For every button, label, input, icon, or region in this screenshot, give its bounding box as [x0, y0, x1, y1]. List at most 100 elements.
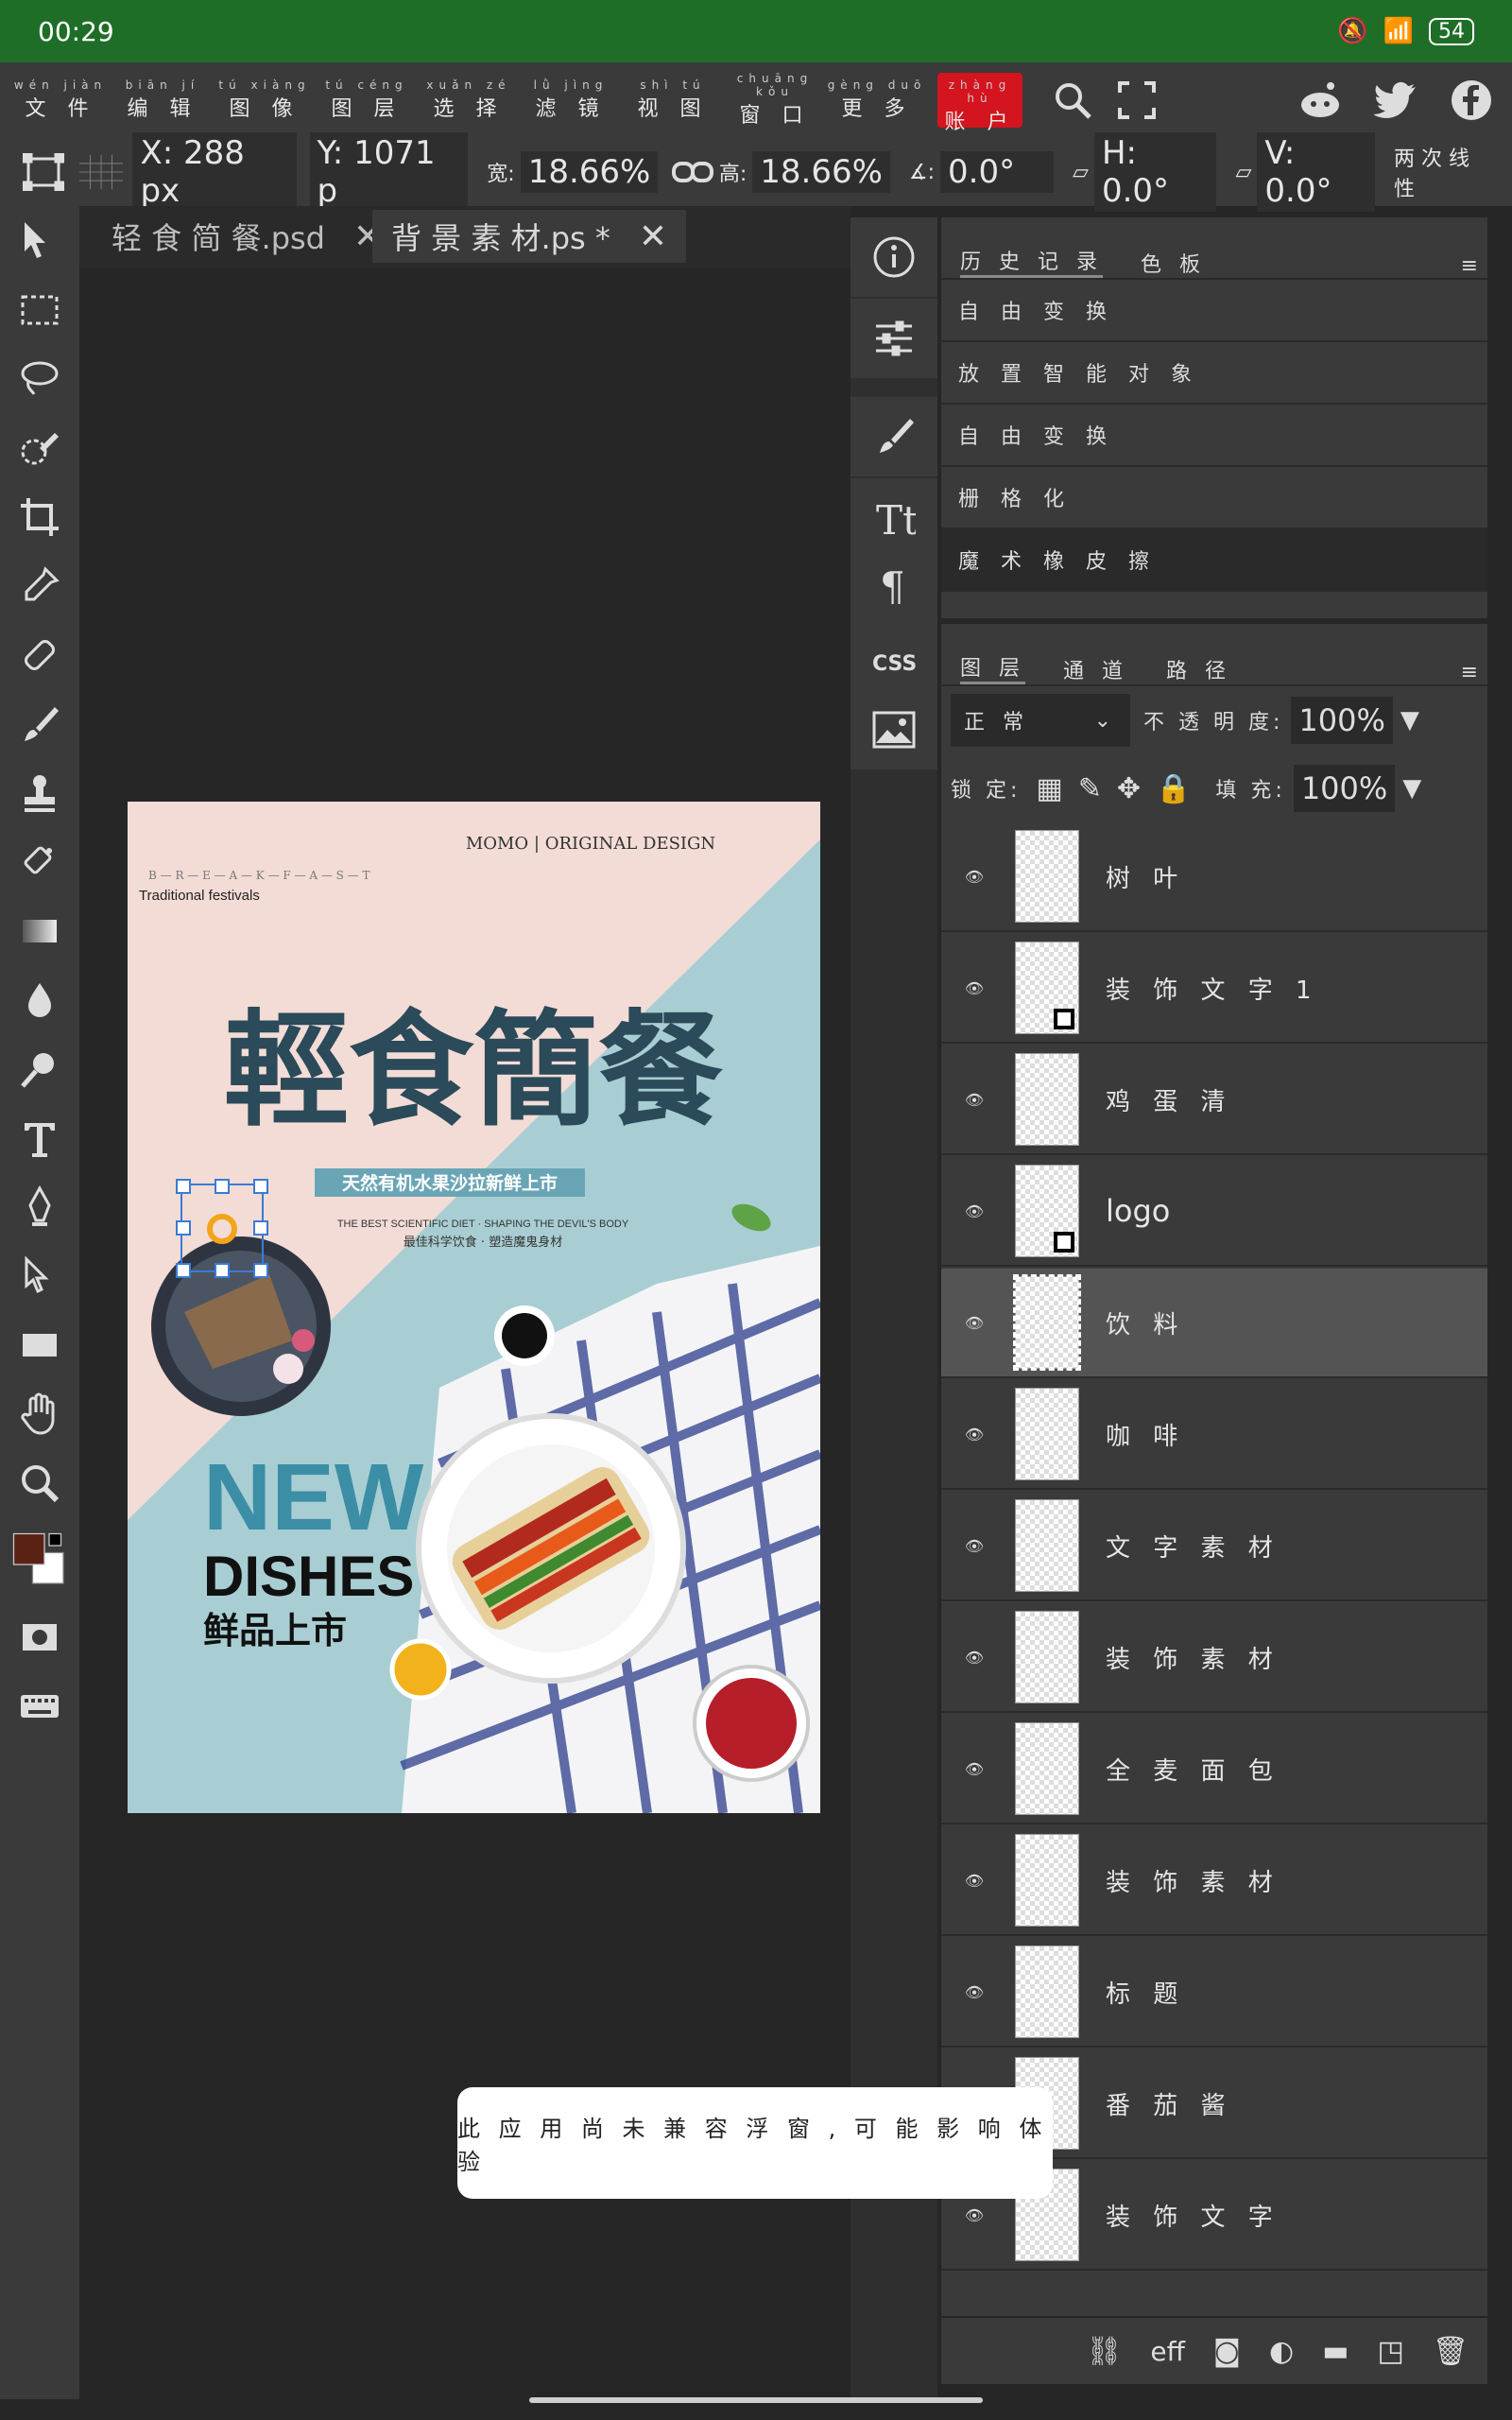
type-tool-icon[interactable] — [0, 1103, 79, 1172]
menu-filter[interactable]: lǜ jìng 滤 镜 — [520, 78, 622, 122]
fill-dropdown-icon[interactable]: ▼ — [1402, 774, 1421, 803]
lock-position-icon[interactable]: ✥ — [1117, 772, 1141, 805]
pen-tool-icon[interactable] — [0, 1172, 79, 1241]
layer-row[interactable]: 👁 装 饰 素 材 — [941, 1826, 1487, 1936]
adjustments-icon[interactable] — [850, 299, 937, 378]
y-field[interactable]: Y: 1071 p — [309, 132, 469, 212]
dodge-tool-icon[interactable] — [0, 1034, 79, 1103]
eye-icon[interactable]: 👁 — [941, 1426, 1007, 1443]
home-indicator[interactable] — [529, 2397, 983, 2403]
poster-canvas[interactable]: MOMO | ORIGINAL DESIGN B — R — E — A — K… — [128, 802, 820, 1813]
layer-row[interactable]: 👁 全 麦 面 包 — [941, 1715, 1487, 1824]
menu-file[interactable]: wén jiàn 文 件 — [9, 78, 112, 122]
blend-mode-select[interactable]: 正 常 ⌄ — [951, 694, 1130, 747]
reddit-icon[interactable] — [1298, 78, 1342, 122]
lock-all-icon[interactable]: 🔒 — [1156, 772, 1191, 805]
tab-swatches[interactable]: 色 板 — [1141, 248, 1206, 278]
fx-icon[interactable]: eff — [1150, 2336, 1185, 2367]
eye-icon[interactable]: 👁 — [941, 1537, 1007, 1555]
transform-icon[interactable] — [23, 150, 65, 194]
lock-transparency-icon[interactable]: ▦ — [1036, 772, 1062, 805]
zoom-tool-icon[interactable] — [0, 1448, 79, 1517]
interpolation-select[interactable]: 两 次 线 性 — [1388, 142, 1499, 202]
layer-row[interactable]: 👁 文 字 素 材 — [941, 1492, 1487, 1601]
stamp-tool-icon[interactable] — [0, 758, 79, 827]
menu-window[interactable]: chuāng kǒu 窗 口 — [724, 72, 826, 129]
eye-icon[interactable]: 👁 — [941, 1872, 1007, 1890]
menu-image[interactable]: tú xiàng 图 像 — [214, 78, 316, 122]
blur-tool-icon[interactable] — [0, 965, 79, 1034]
menu-select[interactable]: xuǎn zé 选 择 — [418, 78, 520, 122]
eye-icon[interactable]: 👁 — [941, 2206, 1007, 2224]
marquee-tool-icon[interactable] — [0, 275, 79, 344]
menu-more[interactable]: gèng duō 更 多 — [826, 78, 928, 122]
close-icon[interactable]: ✕ — [639, 217, 667, 256]
color-swatches[interactable] — [0, 1517, 79, 1602]
history-item[interactable]: 魔 术 橡 皮 擦 — [941, 529, 1487, 592]
move-tool-icon[interactable] — [0, 206, 79, 275]
tab-layers[interactable]: 图 层 — [960, 651, 1025, 684]
hskew-field[interactable]: ▱ H: 0.0° — [1067, 132, 1217, 212]
layer-row[interactable]: 👁 装 饰 文 字 1 — [941, 934, 1487, 1044]
gradient-tool-icon[interactable] — [0, 896, 79, 965]
layer-row[interactable]: 👁 logo — [941, 1157, 1487, 1267]
layer-row[interactable]: 👁 标 题 — [941, 1938, 1487, 2048]
eye-icon[interactable]: 👁 — [941, 1649, 1007, 1667]
adjustment-layer-icon[interactable]: ◐ — [1269, 2335, 1294, 2368]
eye-icon[interactable]: 👁 — [941, 1983, 1007, 2001]
hand-tool-icon[interactable] — [0, 1379, 79, 1448]
tab-paths[interactable]: 路 径 — [1166, 654, 1231, 684]
opacity-dropdown-icon[interactable]: ▼ — [1400, 706, 1419, 735]
layer-row[interactable]: 👁 装 饰 素 材 — [941, 1603, 1487, 1713]
height-field[interactable]: 高: 18.66% — [713, 151, 890, 193]
menu-layer[interactable]: tú céng 图 层 — [316, 78, 418, 122]
menu-edit[interactable]: biān jí 编 辑 — [112, 78, 214, 122]
account-button[interactable]: zhàng hù 账 户 — [937, 73, 1022, 134]
tab-channels[interactable]: 通 道 — [1063, 654, 1128, 684]
eyedropper-tool-icon[interactable] — [0, 551, 79, 620]
trash-icon[interactable]: 🗑 — [1433, 2335, 1469, 2368]
eye-icon[interactable]: 👁 — [941, 868, 1007, 886]
twitter-icon[interactable] — [1374, 78, 1418, 122]
layer-row[interactable]: 👁 饮 料 — [941, 1269, 1487, 1378]
quick-select-tool-icon[interactable] — [0, 413, 79, 482]
width-field[interactable]: 宽: 18.66% — [481, 151, 659, 193]
brush-tool-icon[interactable] — [0, 689, 79, 758]
layer-row[interactable]: 👁 鸡 蛋 清 — [941, 1046, 1487, 1155]
history-item[interactable]: 放 置 智 能 对 象 — [941, 342, 1487, 405]
image-icon[interactable] — [850, 690, 937, 769]
link-layers-icon[interactable]: ⛓ — [1086, 2335, 1122, 2368]
x-field[interactable]: X: 288 px — [132, 132, 297, 212]
path-select-tool-icon[interactable] — [0, 1241, 79, 1310]
eye-icon[interactable]: 👁 — [941, 1202, 1007, 1220]
tab-history[interactable]: 历 史 记 录 — [960, 245, 1103, 278]
layer-row[interactable]: 👁 咖 啡 — [941, 1380, 1487, 1490]
quick-mask-icon[interactable] — [0, 1602, 79, 1671]
search-icon[interactable] — [1051, 78, 1094, 122]
lasso-tool-icon[interactable] — [0, 344, 79, 413]
info-icon[interactable] — [850, 217, 937, 297]
paragraph-icon[interactable]: ¶ — [850, 544, 937, 624]
eraser-tool-icon[interactable] — [0, 827, 79, 896]
keyboard-icon[interactable] — [0, 1671, 79, 1740]
document-tab[interactable]: 背 景 素 材.ps * ✕ — [372, 210, 687, 263]
vskew-field[interactable]: ▱ V: 0.0° — [1229, 132, 1375, 212]
link-icon[interactable] — [671, 150, 713, 194]
rectangle-tool-icon[interactable] — [0, 1310, 79, 1379]
menu-view[interactable]: shì tú 视 图 — [622, 78, 724, 122]
healing-tool-icon[interactable] — [0, 620, 79, 689]
eye-icon[interactable]: 👁 — [941, 1314, 1007, 1332]
mask-icon[interactable]: ◙ — [1213, 2335, 1241, 2368]
fill-field[interactable]: 100% — [1293, 765, 1396, 812]
fullscreen-icon[interactable] — [1115, 78, 1159, 122]
folder-icon[interactable]: ▬ — [1322, 2335, 1349, 2368]
history-item[interactable]: 自 由 变 换 — [941, 280, 1487, 342]
history-item[interactable]: 栅 格 化 — [941, 467, 1487, 529]
history-item[interactable]: 自 由 变 换 — [941, 405, 1487, 467]
new-layer-icon[interactable]: ◳ — [1378, 2335, 1404, 2368]
eye-icon[interactable]: 👁 — [941, 1760, 1007, 1778]
eye-icon[interactable]: 👁 — [941, 979, 1007, 997]
panel-menu-icon[interactable]: ≡ — [1461, 254, 1478, 278]
angle-field[interactable]: ∡: 0.0° — [903, 151, 1055, 193]
facebook-icon[interactable] — [1450, 78, 1493, 122]
